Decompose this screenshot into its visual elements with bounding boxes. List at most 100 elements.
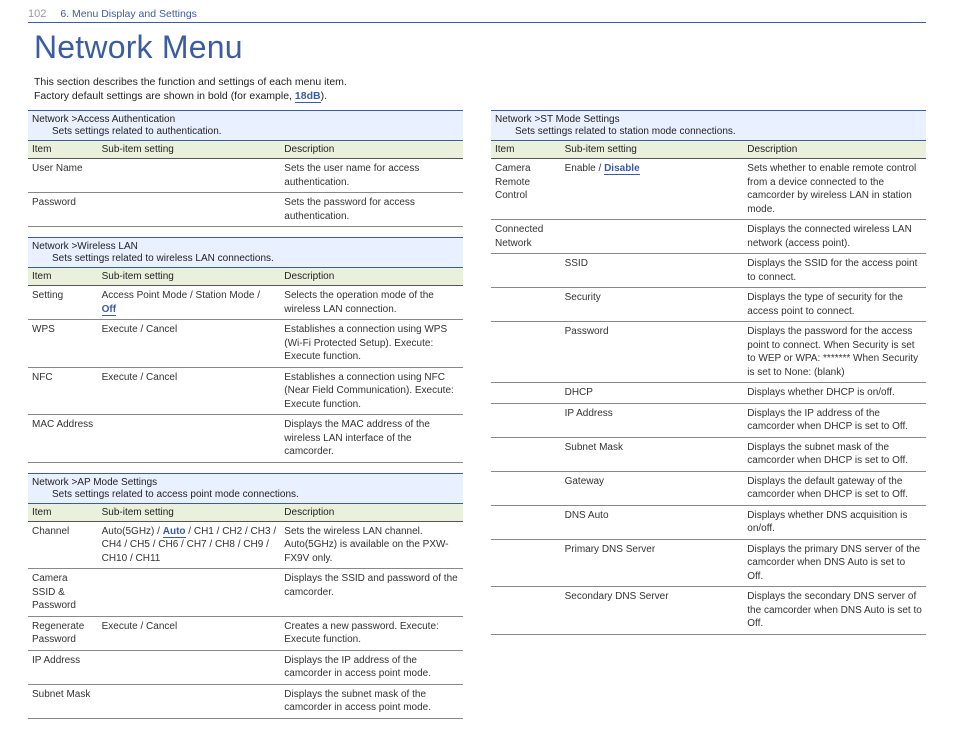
- cell-item: WPS: [28, 320, 98, 368]
- cell-item: Subnet Mask: [28, 684, 98, 718]
- col-sub: Sub-item setting: [98, 268, 281, 286]
- cell-item: [491, 471, 561, 505]
- cell-desc: Sets the user name for access authentica…: [280, 159, 463, 193]
- sub-pre: Enable /: [565, 163, 604, 174]
- cell-sub: Subnet Mask: [561, 437, 744, 471]
- page-header: 102 6. Menu Display and Settings: [28, 8, 926, 23]
- cell-sub: Enable / Disable: [561, 159, 744, 220]
- cell-item: Password: [28, 193, 98, 227]
- cell-sub: [561, 220, 744, 254]
- default-value: Off: [102, 304, 116, 316]
- cell-desc: Displays the default gateway of the camc…: [743, 471, 926, 505]
- default-value: Auto: [163, 526, 186, 538]
- cell-item: [491, 383, 561, 404]
- cell-sub: [98, 684, 281, 718]
- cell-sub: Password: [561, 322, 744, 383]
- cell-desc: Establishes a connection using NFC (Near…: [280, 367, 463, 415]
- group-desc: Sets settings related to wireless LAN co…: [28, 253, 463, 268]
- cell-sub: [98, 415, 281, 463]
- col-sub: Sub-item setting: [98, 141, 281, 159]
- cell-sub: SSID: [561, 254, 744, 288]
- cell-sub: Execute / Cancel: [98, 320, 281, 368]
- cell-sub: Gateway: [561, 471, 744, 505]
- cell-desc: Sets whether to enable remote control fr…: [743, 159, 926, 220]
- cell-desc: Sets the password for access authenticat…: [280, 193, 463, 227]
- cell-desc: Displays the subnet mask of the camcorde…: [280, 684, 463, 718]
- cell-sub: IP Address: [561, 403, 744, 437]
- cell-item: Camera SSID & Password: [28, 569, 98, 617]
- cell-desc: Displays the MAC address of the wireless…: [280, 415, 463, 463]
- table-wireless-lan: Network >Wireless LAN Sets settings rela…: [28, 237, 463, 463]
- cell-item: User Name: [28, 159, 98, 193]
- cell-item: [491, 505, 561, 539]
- cell-item: MAC Address: [28, 415, 98, 463]
- cell-item: Camera Remote Control: [491, 159, 561, 220]
- intro-line-1: This section describes the function and …: [34, 76, 926, 88]
- page-number: 102: [28, 8, 46, 20]
- group-desc: Sets settings related to authentication.: [28, 126, 463, 141]
- table-st-mode: Network >ST Mode Settings Sets settings …: [491, 110, 926, 635]
- cell-desc: Sets the wireless LAN channel. Auto(5GHz…: [280, 521, 463, 569]
- cell-desc: Displays the type of security for the ac…: [743, 288, 926, 322]
- group-title: Network >Wireless LAN: [28, 238, 463, 254]
- cell-sub: Auto(5GHz) / Auto / CH1 / CH2 / CH3 / CH…: [98, 521, 281, 569]
- cell-desc: Displays whether DHCP is on/off.: [743, 383, 926, 404]
- cell-item: Setting: [28, 286, 98, 320]
- cell-desc: Selects the operation mode of the wirele…: [280, 286, 463, 320]
- col-item: Item: [491, 141, 561, 159]
- cell-item: [491, 437, 561, 471]
- col-desc: Description: [743, 141, 926, 159]
- cell-sub: Access Point Mode / Station Mode / Off: [98, 286, 281, 320]
- cell-desc: Establishes a connection using WPS (Wi-F…: [280, 320, 463, 368]
- cell-sub: DNS Auto: [561, 505, 744, 539]
- section-name: 6. Menu Display and Settings: [60, 8, 197, 20]
- cell-item: NFC: [28, 367, 98, 415]
- cell-sub: [98, 650, 281, 684]
- cell-desc: Displays the SSID and password of the ca…: [280, 569, 463, 617]
- cell-desc: Displays whether DNS acquisition is on/o…: [743, 505, 926, 539]
- cell-desc: Displays the IP address of the camcorder…: [280, 650, 463, 684]
- document-page: 102 6. Menu Display and Settings Network…: [0, 0, 954, 749]
- sub-prefix: Access Point Mode / Station Mode /: [102, 290, 260, 301]
- intro-example: 18dB: [295, 90, 321, 103]
- col-item: Item: [28, 503, 98, 521]
- group-desc: Sets settings related to station mode co…: [491, 126, 926, 141]
- right-column: Network >ST Mode Settings Sets settings …: [491, 110, 926, 729]
- cell-sub: [98, 569, 281, 617]
- content-columns: Network >Access Authentication Sets sett…: [28, 110, 926, 729]
- cell-desc: Displays the IP address of the camcorder…: [743, 403, 926, 437]
- cell-sub: Primary DNS Server: [561, 539, 744, 587]
- intro-prefix: Factory default settings are shown in bo…: [34, 90, 295, 102]
- group-title: Network >ST Mode Settings: [491, 111, 926, 127]
- cell-desc: Creates a new password. Execute: Execute…: [280, 616, 463, 650]
- col-sub: Sub-item setting: [561, 141, 744, 159]
- cell-desc: Displays the secondary DNS server of the…: [743, 587, 926, 635]
- col-desc: Description: [280, 141, 463, 159]
- intro-line-2: Factory default settings are shown in bo…: [34, 90, 926, 102]
- cell-sub: [98, 193, 281, 227]
- cell-item: Channel: [28, 521, 98, 569]
- cell-item: [491, 403, 561, 437]
- cell-desc: Displays the connected wireless LAN netw…: [743, 220, 926, 254]
- cell-item: Regenerate Password: [28, 616, 98, 650]
- cell-desc: Displays the primary DNS server of the c…: [743, 539, 926, 587]
- col-desc: Description: [280, 268, 463, 286]
- cell-item: [491, 254, 561, 288]
- intro-suffix: ).: [321, 90, 327, 102]
- cell-sub: [98, 159, 281, 193]
- cell-sub: DHCP: [561, 383, 744, 404]
- table-ap-mode: Network >AP Mode Settings Sets settings …: [28, 473, 463, 719]
- page-title: Network Menu: [34, 29, 926, 66]
- cell-sub: Execute / Cancel: [98, 616, 281, 650]
- group-title: Network >AP Mode Settings: [28, 473, 463, 489]
- cell-item: [491, 587, 561, 635]
- col-item: Item: [28, 141, 98, 159]
- left-column: Network >Access Authentication Sets sett…: [28, 110, 463, 729]
- sub-pre: Auto(5GHz) /: [102, 526, 163, 537]
- group-title: Network >Access Authentication: [28, 111, 463, 127]
- cell-desc: Displays the SSID for the access point t…: [743, 254, 926, 288]
- col-sub: Sub-item setting: [98, 503, 281, 521]
- cell-item: [491, 322, 561, 383]
- group-desc: Sets settings related to access point mo…: [28, 489, 463, 504]
- cell-desc: Displays the password for the access poi…: [743, 322, 926, 383]
